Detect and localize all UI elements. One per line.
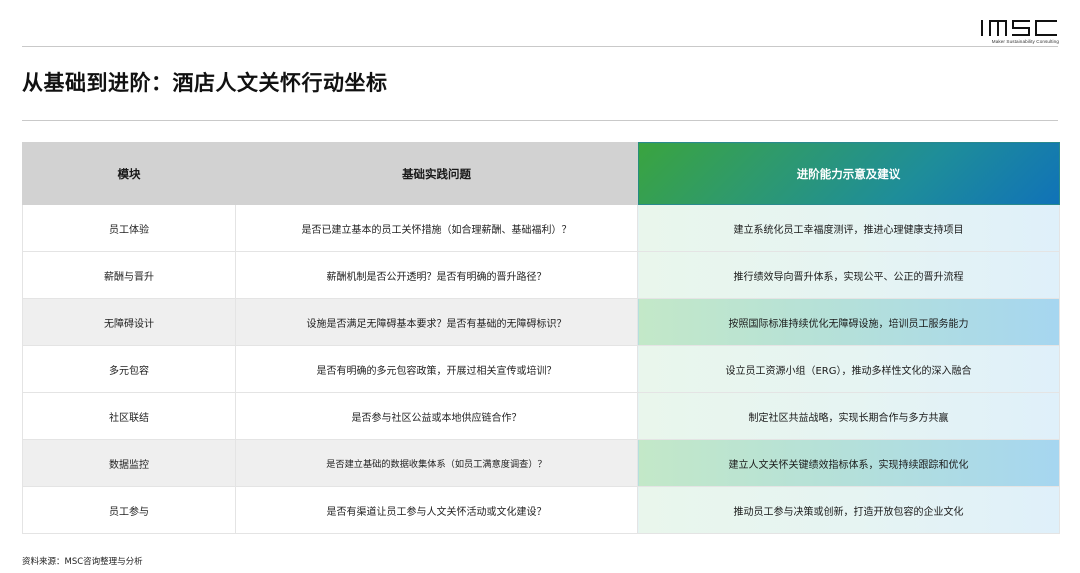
advanced-cell: 建立系统化员工幸福度测评，推进心理健康支持项目 (637, 204, 1060, 252)
table-row: 员工参与 是否有渠道让员工参与人文关怀活动或文化建设？ 推动员工参与决策或创新，… (22, 486, 1060, 534)
table-body: 员工体验 是否已建立基本的员工关怀措施（如合理薪酬、基础福利）？ 建立系统化员工… (22, 204, 1060, 534)
question-cell: 设施是否满足无障碍基本要求？是否有基础的无障碍标识？ (235, 298, 638, 346)
question-cell: 是否有明确的多元包容政策，开展过相关宣传或培训？ (235, 345, 638, 393)
question-cell: 是否已建立基本的员工关怀措施（如合理薪酬、基础福利）？ (235, 204, 638, 252)
table-row: 薪酬与晋升 薪酬机制是否公开透明？是否有明确的晋升路径？ 推行绩效导向晋升体系，… (22, 251, 1060, 299)
logo-tagline: Maker Sustainability Consulting (991, 39, 1059, 44)
question-cell: 是否建立基础的数据收集体系（如员工满意度调查）？ (235, 439, 638, 487)
advanced-cell: 按照国际标准持续优化无障碍设施，培训员工服务能力 (637, 298, 1060, 346)
module-cell: 薪酬与晋升 (22, 251, 236, 299)
msc-logo-mark (981, 20, 1057, 36)
source-note: 资料来源：MSC咨询整理与分析 (22, 557, 143, 567)
module-cell: 无障碍设计 (22, 298, 236, 346)
table-row: 数据监控 是否建立基础的数据收集体系（如员工满意度调查）？ 建立人文关怀关键绩效… (22, 439, 1060, 487)
module-cell: 多元包容 (22, 345, 236, 393)
action-coordinate-table: 模块 基础实践问题 进阶能力示意及建议 员工体验 是否已建立基本的员工关怀措施（… (22, 142, 1060, 534)
advanced-cell: 推行绩效导向晋升体系，实现公平、公正的晋升流程 (637, 251, 1060, 299)
header-module: 模块 (22, 142, 236, 205)
advanced-cell: 设立员工资源小组（ERG），推动多样性文化的深入融合 (637, 345, 1060, 393)
module-cell: 社区联结 (22, 392, 236, 440)
table-row: 多元包容 是否有明确的多元包容政策，开展过相关宣传或培训？ 设立员工资源小组（E… (22, 345, 1060, 393)
question-cell: 是否有渠道让员工参与人文关怀活动或文化建设？ (235, 486, 638, 534)
top-divider (22, 46, 1058, 47)
table-header-row: 模块 基础实践问题 进阶能力示意及建议 (22, 142, 1060, 205)
advanced-cell: 推动员工参与决策或创新，打造开放包容的企业文化 (637, 486, 1060, 534)
advanced-cell: 建立人文关怀关键绩效指标体系，实现持续跟踪和优化 (637, 439, 1060, 487)
header-basic-question: 基础实践问题 (235, 142, 638, 205)
question-cell: 薪酬机制是否公开透明？是否有明确的晋升路径？ (235, 251, 638, 299)
module-cell: 员工参与 (22, 486, 236, 534)
header-advanced-suggestion: 进阶能力示意及建议 (637, 142, 1060, 205)
table-row: 社区联结 是否参与社区公益或本地供应链合作？ 制定社区共益战略，实现长期合作与多… (22, 392, 1060, 440)
table-row: 无障碍设计 设施是否满足无障碍基本要求？是否有基础的无障碍标识？ 按照国际标准持… (22, 298, 1060, 346)
question-cell: 是否参与社区公益或本地供应链合作？ (235, 392, 638, 440)
module-cell: 数据监控 (22, 439, 236, 487)
msc-logo: Maker Sustainability Consulting (979, 18, 1059, 48)
page-title: 从基础到进阶：酒店人文关怀行动坐标 (22, 70, 388, 95)
module-cell: 员工体验 (22, 204, 236, 252)
title-divider (22, 120, 1058, 121)
table-row: 员工体验 是否已建立基本的员工关怀措施（如合理薪酬、基础福利）？ 建立系统化员工… (22, 204, 1060, 252)
table-header: 模块 基础实践问题 进阶能力示意及建议 (22, 142, 1060, 205)
advanced-cell: 制定社区共益战略，实现长期合作与多方共赢 (637, 392, 1060, 440)
